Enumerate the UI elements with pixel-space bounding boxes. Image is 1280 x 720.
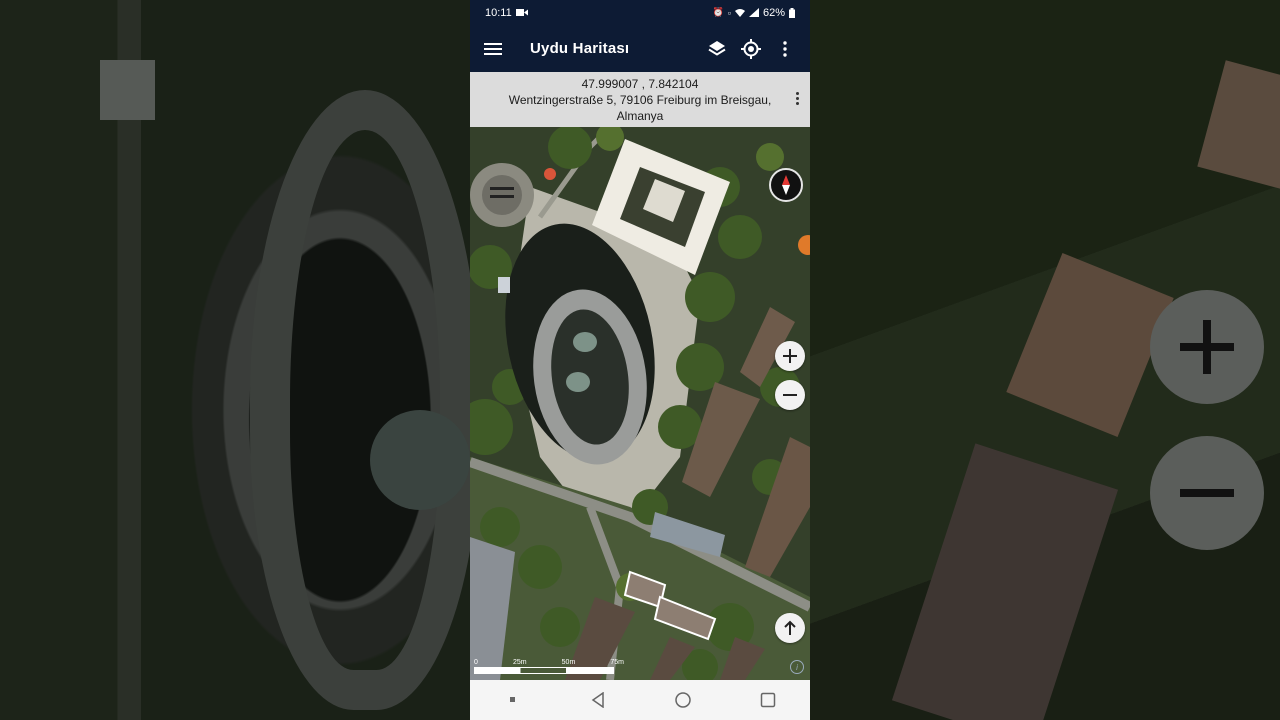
satellite-imagery — [470, 127, 810, 680]
north-up-button[interactable] — [775, 613, 805, 643]
background-ring-building — [250, 90, 470, 710]
status-time: 10:11 — [485, 6, 512, 19]
my-location-icon[interactable] — [734, 32, 768, 66]
background-blur-right — [810, 0, 1280, 720]
address-line-2: Almanya — [616, 109, 664, 123]
battery-icon — [789, 7, 795, 18]
address-more-icon[interactable] — [792, 92, 802, 105]
wifi-icon — [734, 9, 745, 17]
map-scale-bar: 0 25m 50m 75m — [474, 659, 624, 674]
address-panel[interactable]: 47.999007 , 7.842104 Wentzingerstraße 5,… — [470, 72, 810, 127]
more-vert-icon[interactable] — [768, 32, 802, 66]
zoom-out-button[interactable] — [775, 380, 805, 410]
scale-bar — [474, 667, 614, 674]
background-building — [100, 60, 155, 120]
background-dome — [370, 410, 470, 510]
background-roof — [891, 443, 1119, 720]
menu-icon[interactable] — [484, 40, 502, 58]
coordinates-text: 47.999007 , 7.842104 — [581, 77, 699, 91]
battery-percent: 62% — [762, 6, 785, 19]
app-bar: Uydu Haritası — [470, 25, 810, 72]
scale-label: 0 — [474, 659, 478, 666]
alarm-icon: ⏰ — [712, 7, 724, 17]
volte-icon: ▫ — [727, 7, 731, 18]
status-bar: 10:11 ⏰ ▫ 62% — [470, 0, 810, 25]
app-title: Uydu Haritası — [530, 40, 630, 57]
home-icon[interactable] — [673, 690, 693, 710]
address-line-1: Wentzingerstraße 5, 79106 Freiburg im Br… — [508, 93, 772, 107]
background-roof — [1006, 252, 1174, 438]
scale-label: 50m — [561, 659, 576, 666]
background-blur-left — [0, 0, 470, 720]
compass-icon[interactable] — [769, 168, 803, 202]
signal-icon — [748, 8, 759, 17]
layers-icon[interactable] — [700, 32, 734, 66]
background-zoom-in-icon — [1150, 290, 1264, 404]
background-roof — [1197, 60, 1280, 190]
scale-label: 75m — [610, 659, 624, 666]
system-nav-bar — [470, 680, 810, 720]
phone-screen: 10:11 ⏰ ▫ 62% Uydu Haritası 47.999007 , … — [470, 0, 810, 720]
overview-icon[interactable] — [758, 690, 778, 710]
zoom-in-button[interactable] — [775, 341, 805, 371]
recents-dot-icon[interactable] — [503, 690, 523, 710]
info-icon[interactable]: i — [790, 660, 804, 674]
scale-label: 25m — [512, 659, 527, 666]
back-icon[interactable] — [588, 690, 608, 710]
video-icon — [515, 9, 528, 16]
background-zoom-out-icon — [1150, 436, 1264, 550]
satellite-map[interactable]: 0 25m 50m 75m i — [470, 127, 810, 680]
